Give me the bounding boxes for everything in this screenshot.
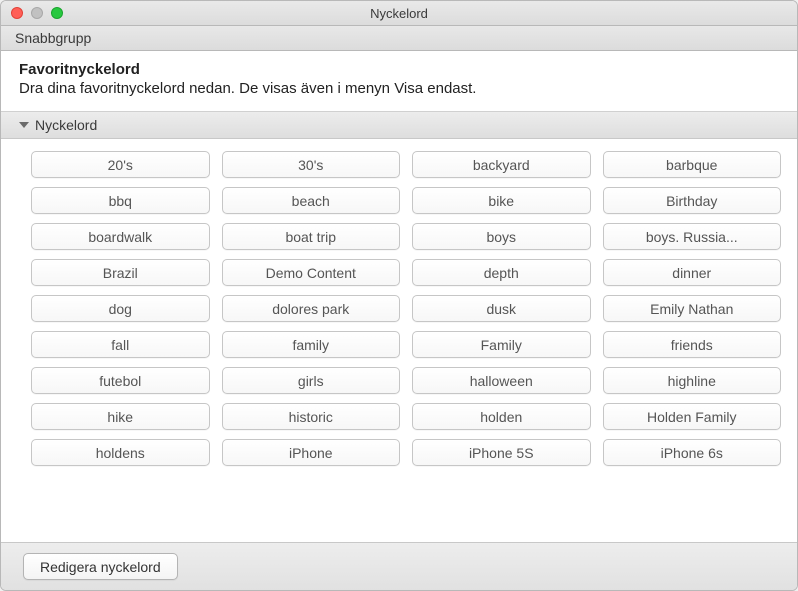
favorites-section: Favoritnyckelord Dra dina favoritnyckelo… [1,51,797,112]
keyword-button[interactable]: iPhone [222,439,401,466]
keyword-button[interactable]: boys. Russia... [603,223,782,250]
window-title: Nyckelord [1,6,797,21]
keywords-header-label: Nyckelord [35,117,97,133]
bottom-bar: Redigera nyckelord [1,542,797,590]
keyword-button[interactable]: 30's [222,151,401,178]
keyword-button[interactable]: Holden Family [603,403,782,430]
keyword-button[interactable]: Brazil [31,259,210,286]
keyword-button[interactable]: holden [412,403,591,430]
keyword-button[interactable]: dolores park [222,295,401,322]
keyword-button[interactable]: fall [31,331,210,358]
keyword-button[interactable]: backyard [412,151,591,178]
quickgroup-row[interactable]: Snabbgrupp [1,26,797,51]
keyword-button[interactable]: hike [31,403,210,430]
keyword-button[interactable]: dinner [603,259,782,286]
keyword-button[interactable]: dusk [412,295,591,322]
keyword-button[interactable]: Demo Content [222,259,401,286]
keyword-button[interactable]: dog [31,295,210,322]
close-icon[interactable] [11,7,23,19]
favorites-title: Favoritnyckelord [19,61,779,78]
keyword-button[interactable]: holdens [31,439,210,466]
keyword-button[interactable]: bike [412,187,591,214]
edit-keywords-button[interactable]: Redigera nyckelord [23,553,178,580]
keywords-grid: 20's 30's backyard barbque bbq beach bik… [1,139,797,542]
keywords-window: Nyckelord Snabbgrupp Favoritnyckelord Dr… [0,0,798,591]
keyword-button[interactable]: boardwalk [31,223,210,250]
keyword-button[interactable]: friends [603,331,782,358]
keyword-button[interactable]: girls [222,367,401,394]
favorites-description: Dra dina favoritnyckelord nedan. De visa… [19,80,779,97]
keyword-button[interactable]: Family [412,331,591,358]
keyword-button[interactable]: Birthday [603,187,782,214]
keyword-button[interactable]: boat trip [222,223,401,250]
keyword-button[interactable]: 20's [31,151,210,178]
keywords-section-header[interactable]: Nyckelord [1,112,797,139]
keyword-button[interactable]: barbque [603,151,782,178]
minimize-icon[interactable] [31,7,43,19]
keyword-button[interactable]: iPhone 5S [412,439,591,466]
keyword-button[interactable]: halloween [412,367,591,394]
titlebar: Nyckelord [1,1,797,26]
keyword-button[interactable]: historic [222,403,401,430]
keyword-button[interactable]: bbq [31,187,210,214]
quickgroup-label: Snabbgrupp [15,30,91,46]
keyword-button[interactable]: beach [222,187,401,214]
traffic-lights [1,7,63,19]
keyword-button[interactable]: boys [412,223,591,250]
keyword-button[interactable]: highline [603,367,782,394]
keyword-button[interactable]: iPhone 6s [603,439,782,466]
chevron-down-icon [19,122,29,128]
maximize-icon[interactable] [51,7,63,19]
keyword-button[interactable]: depth [412,259,591,286]
keyword-button[interactable]: Emily Nathan [603,295,782,322]
keyword-button[interactable]: family [222,331,401,358]
keyword-button[interactable]: futebol [31,367,210,394]
